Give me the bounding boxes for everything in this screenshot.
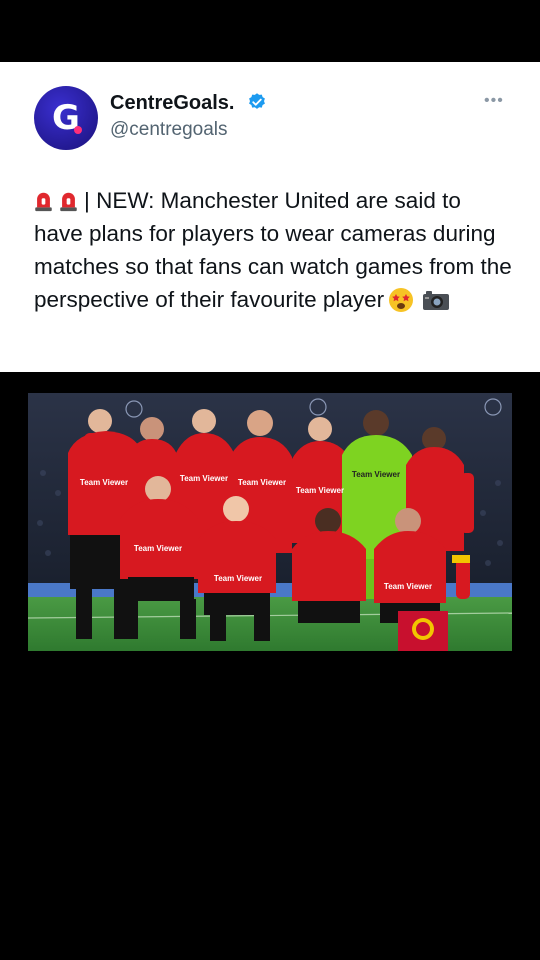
shirt-sponsor: Team Viewer (384, 582, 432, 591)
starstruck-face-icon (389, 288, 414, 312)
shirt-sponsor: Team Viewer (238, 478, 286, 487)
avatar-dot (74, 126, 82, 134)
avatar-letter: G (52, 98, 80, 138)
siren-icon (35, 192, 52, 212)
more-options-icon[interactable]: ••• (484, 92, 504, 110)
verified-badge-icon (249, 93, 265, 109)
author-handle[interactable]: @centregoals (110, 119, 228, 141)
camera-icon (423, 291, 450, 310)
gk-shirt-sponsor: Team Viewer (352, 470, 400, 479)
siren-icon (60, 192, 77, 212)
team-photo-image: Team Viewer Team Viewer Team Viewer Team… (28, 393, 512, 651)
author-name[interactable]: CentreGoals. (110, 92, 234, 115)
shirt-sponsor: Team Viewer (80, 478, 128, 487)
team-photo[interactable]: Team Viewer Team Viewer Team Viewer Team… (28, 393, 512, 651)
tweet-text-container: | NEW: Manchester United are said to hav… (34, 184, 514, 316)
shirt-sponsor: Team Viewer (296, 486, 344, 495)
shirt-sponsor: Team Viewer (134, 544, 182, 553)
tweet-card[interactable]: G CentreGoals. @centregoals ••• | NEW: M… (0, 62, 540, 372)
shirt-sponsor: Team Viewer (180, 474, 228, 483)
shirt-sponsor: Team Viewer (214, 574, 262, 583)
avatar[interactable]: G (34, 86, 98, 150)
